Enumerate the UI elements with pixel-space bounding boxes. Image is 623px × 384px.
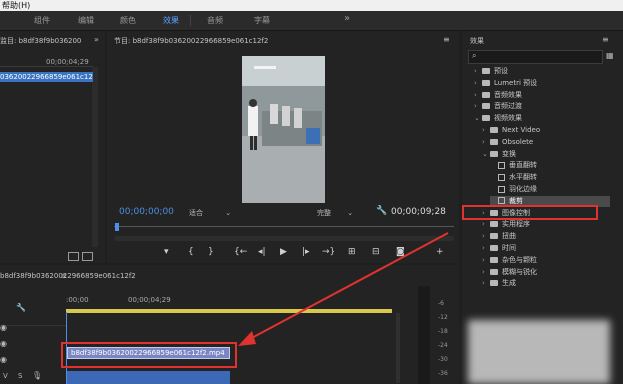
blur-overlay — [468, 320, 610, 384]
